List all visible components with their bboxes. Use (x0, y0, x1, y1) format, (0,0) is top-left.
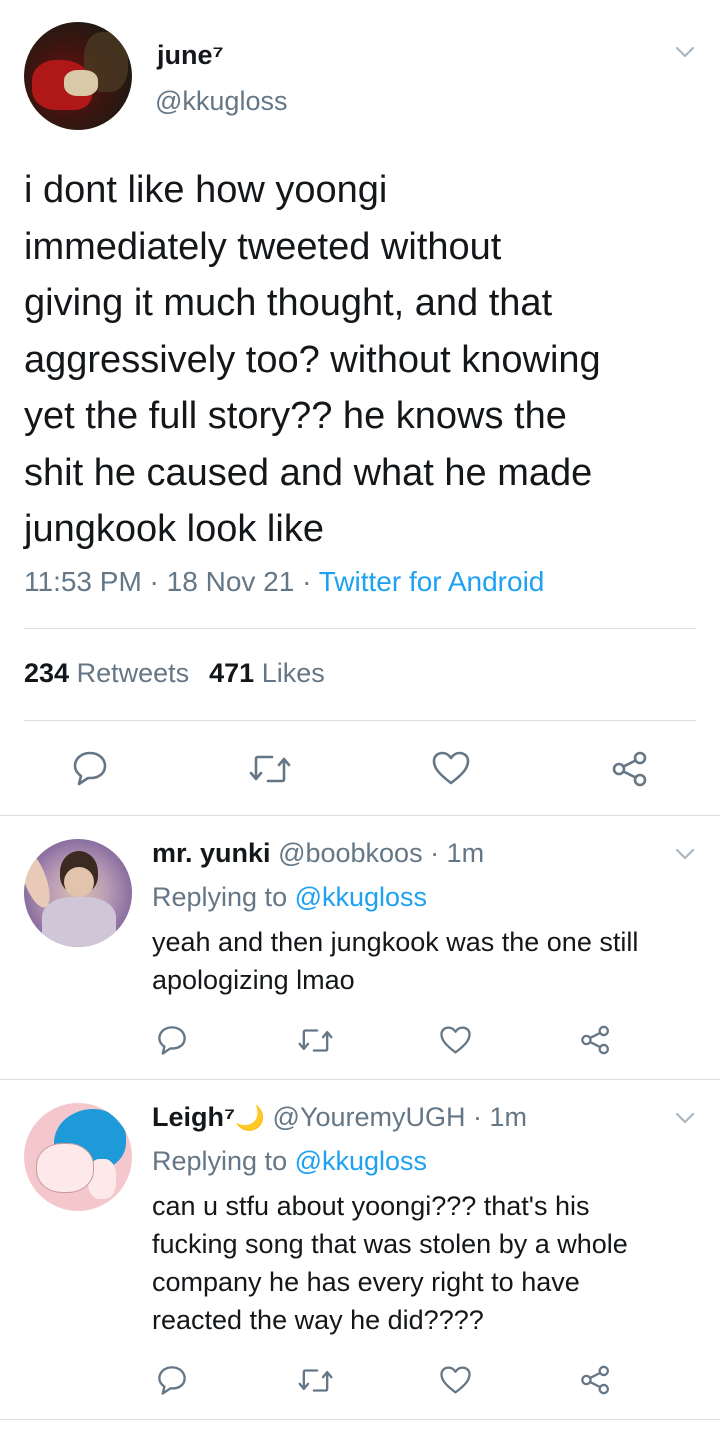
replying-to: Replying to @kkugloss (152, 882, 428, 912)
share-icon (581, 1025, 610, 1055)
avatar[interactable] (24, 22, 132, 130)
share-button[interactable] (610, 750, 650, 788)
replying-to: Replying to @kkugloss (152, 1146, 428, 1176)
tweet-text: i dont like how yoongi immediately tweet… (24, 169, 601, 550)
reply-header: Leigh⁷🌙 @YouremyUGH · 1m (152, 1102, 528, 1132)
reply-author-name[interactable]: mr. yunki (152, 838, 271, 868)
reply-author-handle[interactable]: @boobkoos (278, 838, 423, 868)
chevron-down-icon[interactable] (676, 46, 694, 58)
retweet-icon (249, 755, 291, 783)
chevron-down-icon[interactable] (676, 1112, 694, 1124)
heart-icon (440, 1026, 471, 1054)
retweet-icon (298, 1029, 333, 1052)
divider (0, 1419, 720, 1420)
tweet-meta: 11:53 PM · 18 Nov 21 · Twitter for Andro… (24, 566, 545, 597)
reply-time: 1m (489, 1102, 528, 1132)
like-button[interactable] (431, 750, 471, 786)
reply-icon (158, 1026, 186, 1055)
retweet-button[interactable] (297, 1028, 334, 1053)
divider (24, 628, 696, 629)
reply-author-name[interactable]: Leigh⁷ (152, 1102, 235, 1132)
reply-button[interactable] (156, 1364, 188, 1396)
retweet-button[interactable] (297, 1368, 334, 1393)
mention-link[interactable]: @kkugloss (295, 882, 427, 912)
divider (0, 815, 720, 816)
author-handle[interactable]: @kkugloss (155, 86, 287, 117)
reply-time: 1m (446, 838, 485, 868)
share-button[interactable] (579, 1024, 612, 1056)
tweet-stats: 234 Retweets 471 Likes (24, 658, 325, 689)
retweet-icon (298, 1369, 333, 1392)
avatar[interactable] (24, 839, 132, 947)
reply-icon (73, 751, 107, 786)
retweets-stat[interactable]: 234 Retweets (24, 658, 189, 688)
reply-text: can u stfu about yoongi??? that's his fu… (152, 1191, 628, 1335)
like-button[interactable] (439, 1025, 472, 1055)
divider (0, 1079, 720, 1080)
mention-link[interactable]: @kkugloss (295, 1146, 427, 1176)
reply-icon (158, 1366, 186, 1395)
likes-stat[interactable]: 471 Likes (209, 658, 325, 688)
divider (24, 720, 696, 721)
reply-button[interactable] (156, 1024, 188, 1056)
like-button[interactable] (439, 1365, 472, 1395)
retweet-button[interactable] (248, 754, 292, 784)
main-tweet: june⁷ @kkugloss i dont like how yoongi i… (0, 0, 720, 815)
moon-emoji-icon: 🌙 (235, 1105, 266, 1132)
reply-text: yeah and then jungkook was the one still… (152, 927, 639, 995)
share-icon (581, 1365, 610, 1395)
reply-author-handle[interactable]: @YouremyUGH (273, 1102, 466, 1132)
share-button[interactable] (579, 1364, 612, 1396)
author-name[interactable]: june⁷ (157, 40, 224, 71)
chevron-down-icon[interactable] (676, 848, 694, 860)
tweet-source-link[interactable]: Twitter for Android (319, 566, 545, 597)
tweet-time: 11:53 PM (24, 566, 142, 597)
heart-icon (440, 1366, 471, 1394)
tweet-date: 18 Nov 21 (166, 566, 295, 597)
avatar[interactable] (24, 1103, 132, 1211)
reply-header: mr. yunki @boobkoos · 1m (152, 838, 485, 868)
share-icon (612, 751, 647, 787)
reply-button[interactable] (71, 749, 109, 787)
heart-icon (432, 751, 470, 785)
